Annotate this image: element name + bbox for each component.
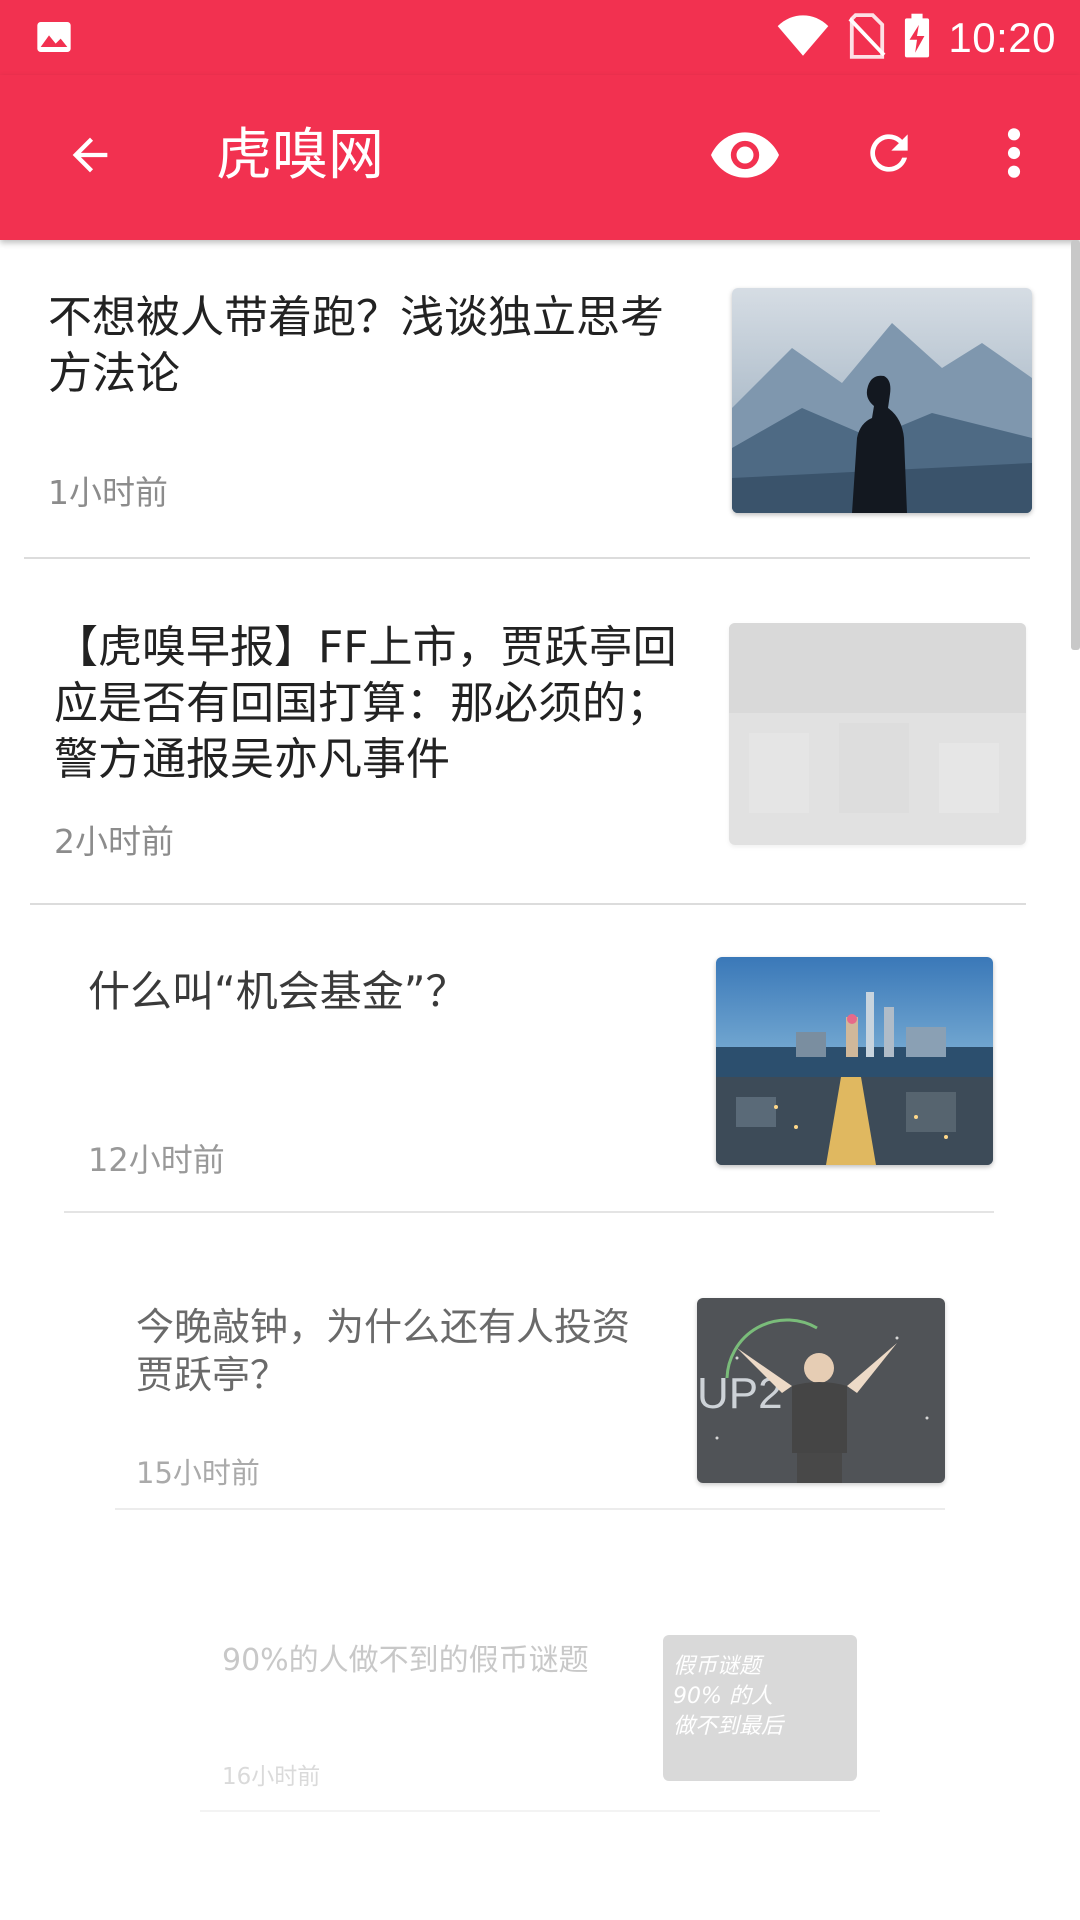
article-time: 16小时前	[222, 1764, 321, 1790]
article-time: 12小时前	[88, 1141, 225, 1179]
app-bar: 虎嗅网	[0, 75, 1080, 240]
article-title: 【虎嗅早报】FF上市，贾跃亭回应是否有回国打算：那必须的；警方通报吴亦凡事件	[54, 622, 677, 785]
scrollbar[interactable]	[1071, 240, 1080, 650]
article-time: 1小时前	[48, 473, 168, 512]
article-thumbnail	[732, 288, 1032, 513]
thumb-text: 做不到最后	[673, 1714, 786, 1739]
thumb-text: 假币谜题	[673, 1654, 765, 1679]
battery-charging-icon	[904, 13, 930, 63]
divider	[24, 557, 1030, 559]
no-sim-icon	[848, 13, 886, 63]
news-feed: 不想被人带着跑？浅谈独立思考方法论 1小时前 【虎嗅早报】FF上市，贾跃亭回应是…	[0, 240, 1080, 1920]
image-notification-icon	[34, 17, 74, 61]
status-time: 10:20	[948, 14, 1056, 61]
article-title: 90%的人做不到的假币谜题	[222, 1643, 589, 1678]
more-vert-icon	[1006, 125, 1022, 185]
article-title: 今晚敲钟，为什么还有人投资贾跃亭？	[136, 1305, 631, 1397]
article-thumbnail	[729, 623, 1026, 845]
refresh-icon	[861, 125, 917, 185]
view-mode-button[interactable]	[705, 125, 785, 189]
wifi-icon	[776, 14, 830, 62]
more-options-button[interactable]	[990, 119, 1038, 191]
list-item[interactable]: 什么叫“机会基金”？ 12小时前	[0, 905, 1080, 1215]
refresh-button[interactable]	[853, 119, 925, 191]
divider	[200, 1810, 880, 1812]
article-time: 15小时前	[136, 1456, 260, 1490]
list-item[interactable]: 不想被人带着跑？浅谈独立思考方法论 1小时前	[0, 240, 1080, 560]
list-item[interactable]: 【虎嗅早报】FF上市，贾跃亭回应是否有回国打算：那必须的；警方通报吴亦凡事件 2…	[0, 560, 1080, 905]
list-item[interactable]: 90%的人做不到的假币谜题 16小时前 假币谜题 90% 的人 做不到最后	[0, 1515, 1080, 1815]
article-title: 什么叫“机会基金”？	[88, 967, 468, 1016]
article-thumbnail	[716, 957, 993, 1165]
page-title: 虎嗅网	[216, 123, 384, 188]
article-time: 2小时前	[54, 822, 174, 861]
article-thumbnail: UP2	[697, 1298, 945, 1483]
divider	[64, 1211, 994, 1213]
thumb-text: 90% 的人	[673, 1684, 773, 1709]
list-item[interactable]: 今晚敲钟，为什么还有人投资贾跃亭？ 15小时前 UP2	[0, 1215, 1080, 1515]
eye-icon	[711, 131, 779, 183]
divider	[115, 1508, 945, 1510]
status-icons: 10:20	[776, 10, 1056, 66]
back-button[interactable]	[55, 122, 125, 192]
article-thumbnail: 假币谜题 90% 的人 做不到最后	[663, 1635, 857, 1781]
article-title: 不想被人带着跑？浅谈独立思考方法论	[48, 292, 664, 399]
status-bar: 10:20	[0, 0, 1080, 75]
arrow-back-icon	[64, 129, 116, 185]
